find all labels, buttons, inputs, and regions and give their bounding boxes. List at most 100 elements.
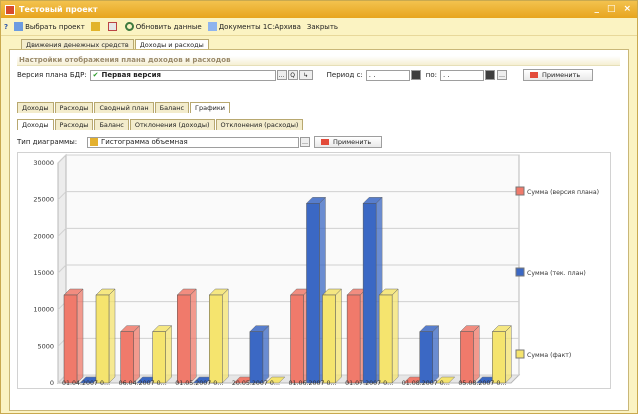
chart-tab-balance[interactable]: Баланс [94, 119, 129, 130]
apply-period-button[interactable]: Применить [523, 69, 594, 81]
bar-front [152, 331, 166, 384]
bar-front [290, 294, 304, 384]
legend-label: Сумма (версия плана) [527, 189, 599, 196]
version-open-button[interactable]: ↳ [298, 70, 313, 80]
documents-label: Документы 1С:Архива [218, 22, 301, 31]
tab-charts[interactable]: Графики [190, 102, 231, 113]
version-field[interactable]: ✔ Первая версия [89, 69, 276, 81]
income-chart: 0 5000 10000 15000 20000 25000 30000 01.04.2007… [33, 153, 599, 387]
apply-diagram-arrow-icon [321, 139, 329, 145]
title-bar: Тестовый проект _ □ × [1, 1, 637, 18]
window-title: Тестовый проект [19, 5, 98, 14]
bar-2-7 [491, 325, 512, 384]
bar-2-0 [95, 288, 116, 384]
bar-side [473, 325, 480, 384]
bar-1-3 [249, 325, 270, 384]
y-tick-label: 15000 [33, 269, 54, 277]
maximize-button[interactable]: □ [607, 4, 616, 14]
version-search-button[interactable]: Q [287, 70, 298, 80]
diagram-type-field[interactable]: Гистограмма объемная [87, 136, 299, 148]
y-tick-label: 10000 [33, 306, 54, 314]
x-tick-label: 01.07.2007 0... [345, 380, 393, 387]
refresh-button[interactable]: Обновить данные [124, 22, 202, 31]
bar-side [335, 288, 342, 384]
toolbar: ? Выбрать проект Обновить данные Докумен… [1, 18, 637, 36]
tab-balance[interactable]: Баланс [154, 102, 190, 113]
check-icon: ✔ [92, 71, 99, 79]
bar-side [432, 325, 439, 384]
calendar-to-icon[interactable] [485, 70, 496, 80]
inner-tabs: Доходы Расходы Баланс Отклонения (доходы… [17, 119, 304, 130]
bar-2-5 [378, 288, 399, 384]
x-tick-label: 20.05.2007 0... [232, 380, 280, 387]
bar-front [249, 331, 264, 384]
bar-side [76, 288, 84, 384]
bar-side [190, 288, 197, 384]
bar-front [492, 331, 506, 384]
help-button[interactable]: ? [4, 23, 8, 31]
help-icon: ? [4, 22, 9, 31]
bar-front [63, 294, 78, 384]
period-to-label: по: [425, 71, 438, 79]
legend-swatch [515, 349, 525, 359]
version-select-button[interactable]: … [276, 70, 287, 80]
chart-tab-income[interactable]: Доходы [17, 119, 54, 130]
documents-icon [207, 22, 217, 31]
period-select-button[interactable]: … [497, 70, 508, 80]
minimize-button[interactable]: _ [594, 4, 599, 14]
documents-button[interactable]: Документы 1С:Архива [207, 22, 301, 31]
diagram-type-value: Гистограмма объемная [101, 138, 188, 146]
y-tick-label: 20000 [33, 232, 54, 240]
folder-icon [14, 22, 24, 31]
bar-front [378, 294, 393, 384]
report-button[interactable] [107, 22, 119, 31]
chart-tab-income-deviations[interactable]: Отклонения (доходы) [129, 119, 215, 130]
legend-swatch [515, 267, 525, 277]
period-from-field[interactable]: . . [365, 69, 410, 81]
period-to-value: . . [443, 71, 450, 79]
tab-expenses[interactable]: Расходы [54, 102, 94, 113]
diagram-type-label: Тип диаграммы: [17, 138, 78, 146]
chart-tab-expense-deviations[interactable]: Отклонения (расходы) [215, 119, 304, 130]
bar-front [460, 331, 474, 384]
bar-side [505, 325, 512, 384]
bar-1-6 [419, 325, 440, 384]
app-icon [5, 4, 15, 15]
bar-chart-small-icon [90, 138, 98, 146]
mid-tabs: Доходы Расходы Сводный план Баланс Графи… [17, 102, 231, 113]
bar-0-2 [176, 288, 197, 384]
tab-income[interactable]: Доходы [17, 102, 54, 113]
chart-area: 0 5000 10000 15000 20000 25000 30000 01.04.2007… [17, 152, 611, 389]
bar-front [419, 331, 433, 384]
legend-item-1: Сумма (тек. план) [515, 267, 586, 277]
bar-2-1 [152, 325, 173, 384]
close-button[interactable]: Закрыть [307, 23, 338, 31]
tab-summary-plan[interactable]: Сводный план [94, 102, 154, 113]
period-from-label: Период с: [326, 71, 363, 79]
bar-front [322, 294, 336, 384]
apply-diagram-button[interactable]: Применить [314, 136, 382, 148]
x-tick-label: 01.06.2007 0... [289, 380, 337, 387]
chart-tab-expenses[interactable]: Расходы [54, 119, 94, 130]
select-project-label: Выбрать проект [25, 22, 85, 31]
bar-front [346, 294, 361, 384]
apply-diagram-label: Применить [333, 138, 372, 146]
diagram-type-row: Тип диаграммы: Гистограмма объемная … Пр… [17, 135, 607, 149]
bar-chart-button[interactable] [90, 22, 102, 31]
bar-0-0 [63, 288, 84, 384]
legend-swatch [515, 186, 525, 196]
refresh-icon [124, 22, 134, 31]
period-from-value: . . [368, 71, 376, 79]
apply-period-label: Применить [542, 71, 581, 79]
bar-0-7 [459, 325, 480, 384]
select-project-button[interactable]: Выбрать проект [14, 22, 85, 31]
y-tick-label: 25000 [33, 196, 54, 204]
period-to-field[interactable]: . . [440, 69, 485, 81]
version-value: Первая версия [101, 71, 161, 79]
calendar-from-icon[interactable] [410, 70, 421, 80]
y-tick-label: 30000 [33, 159, 54, 167]
diagram-type-select-button[interactable]: … [300, 137, 310, 147]
close-window-button[interactable]: × [623, 4, 631, 14]
bar-side [222, 288, 229, 384]
version-label: Версия плана БДР: [17, 71, 87, 79]
